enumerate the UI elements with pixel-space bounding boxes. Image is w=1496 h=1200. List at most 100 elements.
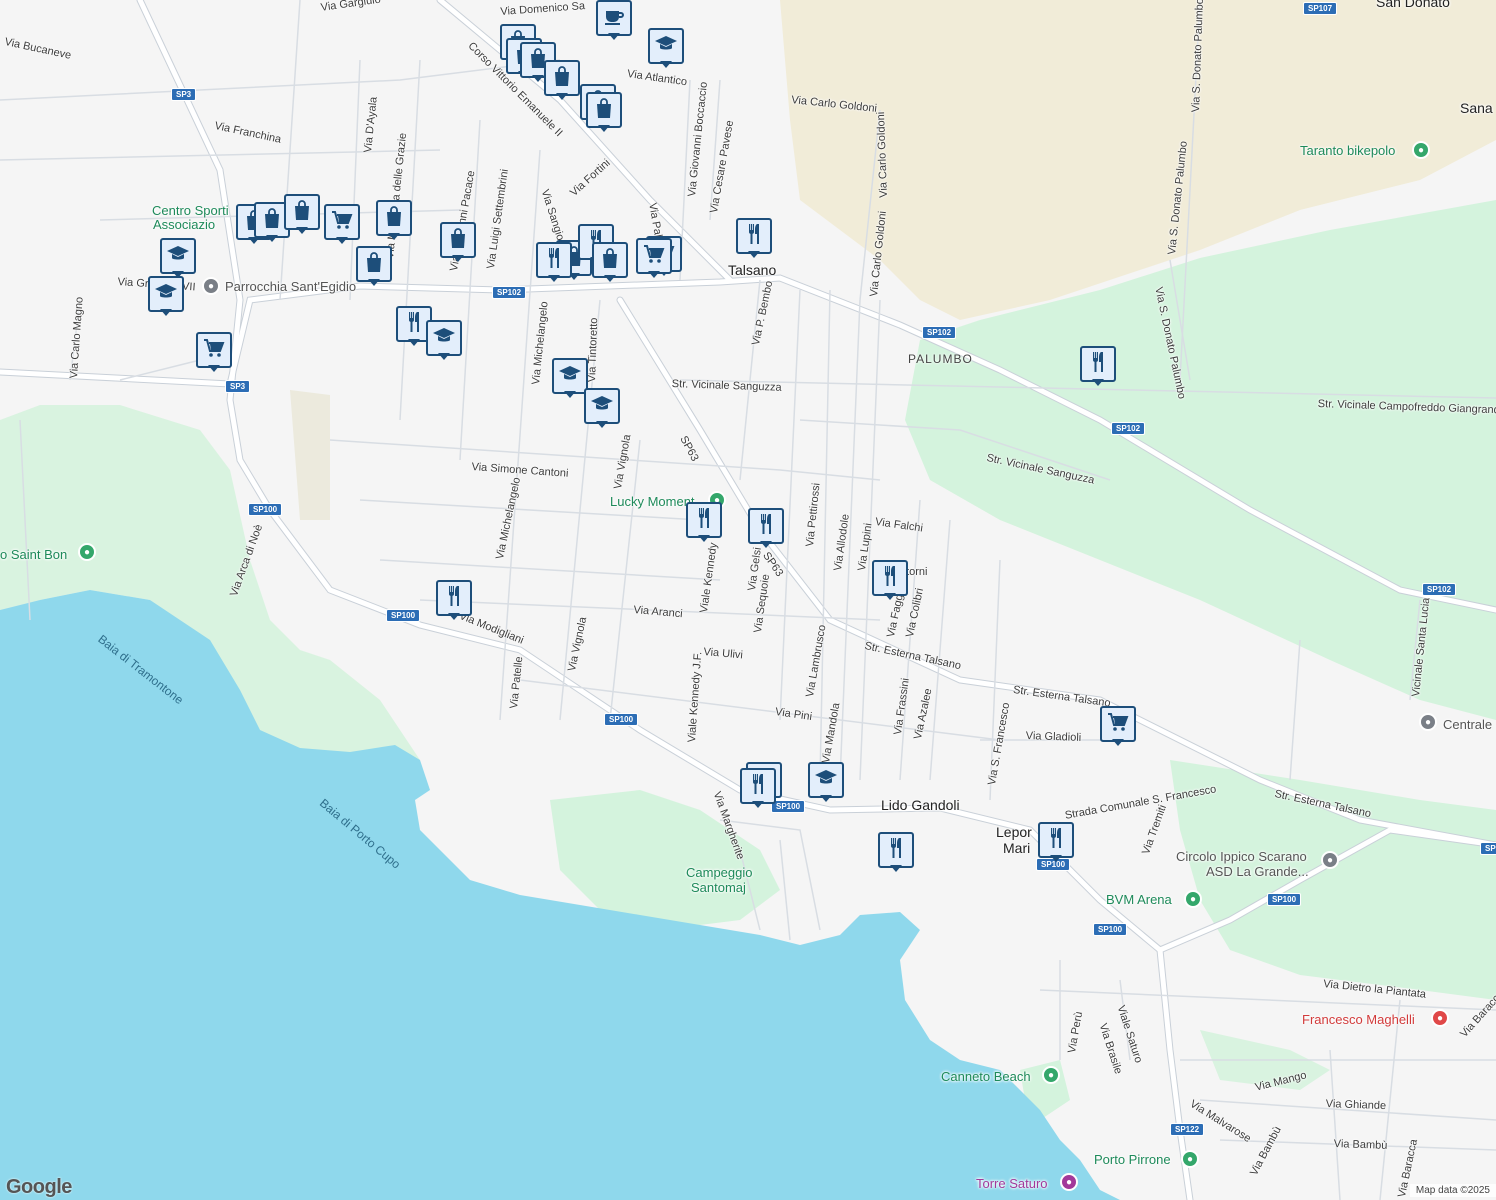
map-marker[interactable] <box>592 242 628 282</box>
map-marker[interactable] <box>426 320 462 360</box>
poi-pin-icon[interactable]: ● <box>1431 1009 1449 1027</box>
marker-body[interactable] <box>748 508 784 544</box>
marker-tip <box>438 353 450 360</box>
map-marker[interactable] <box>648 28 684 68</box>
marker-body[interactable] <box>1100 706 1136 742</box>
poi-label[interactable]: BVM Arena <box>1106 892 1172 907</box>
poi-pin-icon[interactable]: ● <box>1419 713 1437 731</box>
map-marker[interactable] <box>148 276 184 316</box>
map-marker[interactable] <box>636 238 672 278</box>
map-marker[interactable] <box>284 194 320 234</box>
shop-icon <box>592 96 616 125</box>
marker-body[interactable] <box>808 762 844 798</box>
marker-body[interactable] <box>356 246 392 282</box>
map-marker[interactable] <box>1038 822 1074 862</box>
road-shield: SP102 <box>492 286 527 299</box>
map-marker[interactable] <box>436 580 472 620</box>
map-marker[interactable] <box>740 768 776 808</box>
poi-label[interactable]: Parrocchia Sant'Egidio <box>225 279 356 294</box>
marker-body[interactable] <box>586 92 622 128</box>
marker-body[interactable] <box>440 222 476 258</box>
marker-body[interactable] <box>1038 822 1074 858</box>
map-marker[interactable] <box>596 0 632 40</box>
place-label: San Donato <box>1376 0 1450 10</box>
poi-label[interactable]: Canneto Beach <box>941 1069 1031 1084</box>
map-marker[interactable] <box>872 560 908 600</box>
poi-label[interactable]: Centrale <box>1443 717 1492 732</box>
marker-body[interactable] <box>284 194 320 230</box>
poi-pin-icon[interactable]: ● <box>78 543 96 561</box>
poi-pin-icon[interactable]: ● <box>1060 1173 1078 1191</box>
poi-label[interactable]: Santomaj <box>691 880 746 895</box>
marker-tip <box>408 339 420 346</box>
map-marker[interactable] <box>160 238 196 278</box>
map-canvas[interactable]: SP3 SP3 SP102 SP102 SP102 SP102 SP107 SP100 SP10… <box>0 0 1496 1200</box>
place-label: Lido Gandoli <box>881 797 960 813</box>
map-marker[interactable] <box>544 60 580 100</box>
marker-body[interactable] <box>1080 346 1116 382</box>
poi-label[interactable]: Torre Saturo <box>976 1176 1048 1191</box>
map-marker[interactable] <box>324 204 360 244</box>
marker-body[interactable] <box>196 332 232 368</box>
poi-label[interactable]: Circolo Ippico Scarano <box>1176 849 1307 864</box>
marker-tip <box>336 237 348 244</box>
restaurant-icon <box>742 222 766 251</box>
marker-body[interactable] <box>584 388 620 424</box>
marker-body[interactable] <box>686 502 722 538</box>
poi-label[interactable]: Porto Pirrone <box>1094 1152 1171 1167</box>
map-marker[interactable] <box>584 388 620 428</box>
restaurant-icon <box>884 836 908 865</box>
shop-icon <box>382 204 406 233</box>
poi-label[interactable]: Lucky Moment <box>610 494 695 509</box>
marker-body[interactable] <box>544 60 580 96</box>
marker-body[interactable] <box>426 320 462 356</box>
marker-body[interactable] <box>160 238 196 274</box>
marker-tip <box>598 125 610 132</box>
map-marker[interactable] <box>1100 706 1136 746</box>
poi-label[interactable]: Associazio <box>153 217 215 232</box>
marker-body[interactable] <box>636 238 672 274</box>
poi-pin-icon[interactable]: ● <box>1412 141 1430 159</box>
poi-pin-icon[interactable]: ● <box>1321 851 1339 869</box>
marker-body[interactable] <box>148 276 184 312</box>
poi-pin-icon[interactable]: ● <box>1042 1066 1060 1084</box>
marker-body[interactable] <box>740 768 776 804</box>
map-marker[interactable] <box>586 92 622 132</box>
map-marker[interactable] <box>440 222 476 262</box>
poi-pin-icon[interactable]: ● <box>1184 890 1202 908</box>
map-marker[interactable] <box>536 242 572 282</box>
map-marker[interactable] <box>736 218 772 258</box>
poi-pin-icon[interactable]: ● <box>202 277 220 295</box>
poi-label[interactable]: Campeggio <box>686 865 753 880</box>
poi-label[interactable]: Centro Sporti <box>152 203 229 218</box>
map-marker[interactable] <box>748 508 784 548</box>
map-base <box>0 0 1496 1200</box>
map-marker[interactable] <box>356 246 392 286</box>
map-marker[interactable] <box>196 332 232 372</box>
poi-label[interactable]: o Saint Bon <box>0 547 67 562</box>
road-shield: SP100 <box>1093 923 1128 936</box>
poi-label[interactable]: Taranto bikepolo <box>1300 143 1395 158</box>
marker-body[interactable] <box>872 560 908 596</box>
marker-body[interactable] <box>592 242 628 278</box>
marker-body[interactable] <box>878 832 914 868</box>
marker-body[interactable] <box>596 0 632 36</box>
marker-body[interactable] <box>376 200 412 236</box>
poi-label[interactable]: ASD La Grande... <box>1206 864 1309 879</box>
marker-body[interactable] <box>648 28 684 64</box>
map-attribution[interactable]: Map data ©2025 <box>1409 1184 1496 1197</box>
map-marker[interactable] <box>1080 346 1116 386</box>
poi-pin-icon[interactable]: ● <box>1181 1150 1199 1168</box>
map-marker[interactable] <box>878 832 914 872</box>
map-marker[interactable] <box>376 200 412 240</box>
marker-body[interactable] <box>436 580 472 616</box>
map-marker[interactable] <box>686 502 722 542</box>
marker-body[interactable] <box>324 204 360 240</box>
marker-body[interactable] <box>552 358 588 394</box>
marker-body[interactable] <box>536 242 572 278</box>
map-marker[interactable] <box>808 762 844 802</box>
poi-label[interactable]: Francesco Maghelli <box>1302 1012 1415 1027</box>
map-marker[interactable] <box>552 358 588 398</box>
road-shield: SP102 <box>1422 583 1457 596</box>
marker-body[interactable] <box>736 218 772 254</box>
